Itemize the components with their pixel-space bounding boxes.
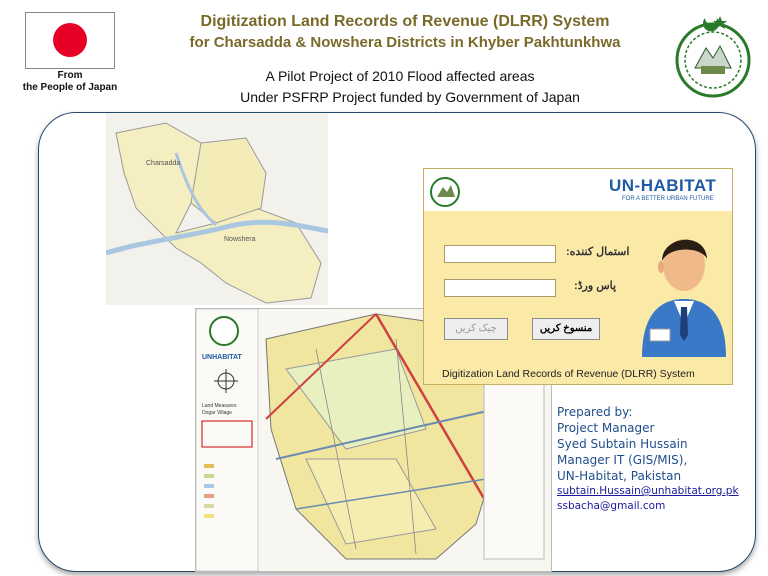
japan-flag-sun [53, 23, 87, 57]
title-line1: Digitization Land Records of Revenue (DL… [200, 13, 610, 30]
password-label: پاس ورڈ: [574, 280, 617, 292]
user-avatar-icon [642, 239, 726, 357]
unhabitat-logo: UN-HABITAT [609, 176, 717, 195]
prepared-by-heading: Prepared by: [557, 405, 633, 419]
prepared-by-org: UN-Habitat, Pakistan [557, 469, 682, 483]
donor-line1: From [57, 70, 83, 81]
title-line2: for Charsadda & Nowshera Districts in Kh… [189, 34, 621, 51]
overview-map: Charsadda Nowshera [106, 113, 328, 305]
login-header: UN-HABITAT FOR A BETTER URBAN FUTURE [424, 169, 732, 211]
subtitle-line2: Under PSFRP Project funded by Government… [240, 89, 580, 105]
donor-line2: the People of Japan [22, 82, 118, 93]
prepared-by-name: Syed Subtain Hussain [557, 437, 688, 451]
japan-flag [25, 12, 115, 69]
email-link-2[interactable]: ssbacha@gmail.com [557, 499, 757, 514]
prepared-by-block: Prepared by: Project Manager Syed Subtai… [557, 404, 757, 514]
login-footer-title: Digitization Land Records of Revenue (DL… [442, 368, 695, 380]
login-button[interactable]: چیک کریں [444, 318, 508, 340]
village-label-2: Dogar Village [202, 410, 232, 416]
kp-emblem-small-logo [430, 177, 460, 207]
unhabitat-tagline: FOR A BETTER URBAN FUTURE [622, 196, 714, 202]
cadastral-org-label: UNHABITAT [202, 354, 243, 361]
username-label: استمال کننده: [566, 246, 630, 258]
subtitle-line1: A Pilot Project of 2010 Flood affected a… [265, 68, 535, 84]
password-input[interactable] [444, 279, 556, 297]
prepared-by-title: Manager IT (GIS/MIS), [557, 453, 688, 467]
donor-text: From the People of Japan [10, 70, 130, 94]
kp-emblem-logo [675, 16, 751, 98]
email-link-1[interactable]: subtain.Hussain@unhabitat.org.pk [557, 484, 757, 499]
map-label-nowshera: Nowshera [224, 236, 256, 243]
village-label-1: Land Measures [202, 403, 237, 409]
prepared-by-role: Project Manager [557, 421, 655, 435]
cancel-button[interactable]: منسوخ کریں [532, 318, 600, 340]
map-label-charsadda: Charsadda [146, 160, 180, 167]
username-input[interactable] [444, 245, 556, 263]
login-window: UN-HABITAT FOR A BETTER URBAN FUTURE است… [423, 168, 733, 385]
